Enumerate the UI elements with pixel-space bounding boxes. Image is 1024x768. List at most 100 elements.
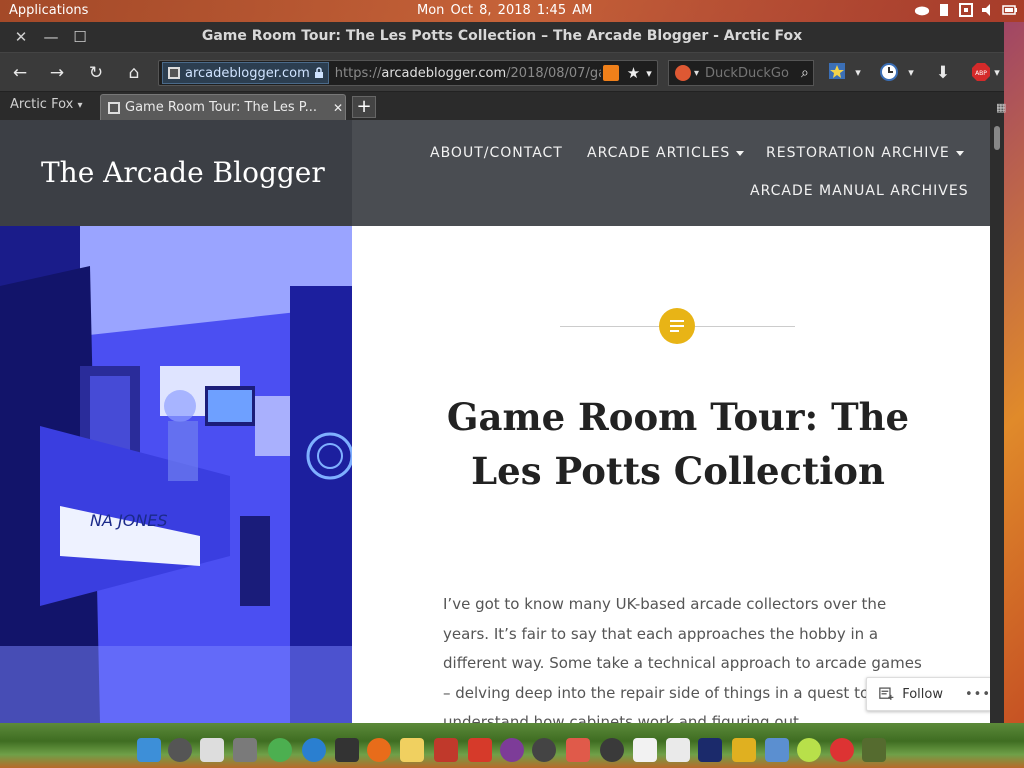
new-tab-button[interactable]: +	[352, 96, 376, 118]
follow-button[interactable]: Follow •••	[866, 677, 992, 711]
home-button[interactable]: ⌂	[123, 62, 145, 84]
nav-item-label: ARCADE MANUAL ARCHIVES	[750, 183, 969, 199]
tab-group-label: Arctic Fox	[10, 97, 74, 112]
post-format-icon	[659, 308, 695, 344]
url-scheme: https://	[334, 65, 382, 81]
caret-down-icon	[736, 150, 745, 156]
search-input[interactable]	[705, 65, 796, 81]
green-orb-icon[interactable]	[797, 738, 821, 762]
window-title: Game Room Tour: The Les Potts Collection…	[201, 28, 803, 44]
downloads-icon[interactable]: ⬇	[932, 62, 954, 84]
tab-group-menu[interactable]: Arctic Fox ▾	[10, 97, 83, 112]
url-input[interactable]: https://arcadeblogger.com/2018/08/07/ga	[335, 66, 601, 81]
video-player-icon[interactable]	[468, 738, 492, 762]
hero-image: NA JONES	[0, 226, 352, 723]
url-bar[interactable]: arcadeblogger.com https://arcadeblogger.…	[158, 60, 658, 86]
post-body: I’ve got to know many UK-based arcade co…	[443, 595, 922, 723]
tab-active[interactable]: Game Room Tour: The Les P... ✕	[100, 94, 346, 120]
duckduckgo-icon[interactable]	[675, 65, 691, 81]
scrollbar[interactable]	[990, 120, 1004, 723]
camera-icon[interactable]	[765, 738, 789, 762]
scrollbar-thumb[interactable]	[994, 126, 1000, 150]
firefox-icon[interactable]	[367, 738, 391, 762]
site-title[interactable]: The Arcade Blogger	[41, 156, 325, 189]
mame-icon[interactable]	[698, 738, 722, 762]
site-favicon-icon	[168, 67, 180, 79]
dock	[0, 723, 1024, 768]
banana-icon[interactable]	[732, 738, 756, 762]
amazon-icon[interactable]	[532, 738, 556, 762]
system-monitor-icon[interactable]	[335, 738, 359, 762]
nav-arcade-manual-archives[interactable]: ARCADE MANUAL ARCHIVES	[750, 183, 969, 199]
navigation-toolbar: ← → ↻ ⌂ arcadeblogger.com https://arcade…	[0, 52, 1004, 92]
caret-down-icon	[955, 150, 964, 156]
chevron-down-icon[interactable]: ▾	[646, 67, 652, 80]
chevron-down-icon[interactable]: ▾	[992, 62, 1002, 84]
music-player-icon[interactable]	[500, 738, 524, 762]
svg-text:NA JONES: NA JONES	[90, 511, 168, 530]
filezilla-icon[interactable]	[434, 738, 458, 762]
terminal-icon[interactable]	[200, 738, 224, 762]
battery-icon[interactable]	[1002, 2, 1018, 18]
site-identity-button[interactable]: arcadeblogger.com	[162, 62, 329, 84]
search-icon[interactable]: ⌕	[801, 65, 809, 81]
title-bar[interactable]: ✕ — ☐ Game Room Tour: The Les Potts Coll…	[0, 22, 1004, 52]
site-identity-label: arcadeblogger.com	[185, 65, 310, 81]
nav-about-contact[interactable]: ABOUT/CONTACT	[430, 145, 563, 161]
back-button[interactable]: ←	[9, 62, 31, 84]
chevron-down-icon[interactable]: ▾	[847, 62, 869, 84]
text-editor-icon[interactable]	[666, 738, 690, 762]
power-icon[interactable]	[830, 738, 854, 762]
file-manager-icon[interactable]	[137, 738, 161, 762]
system-tray	[914, 2, 1018, 18]
follow-icon	[879, 687, 894, 700]
archive-icon[interactable]	[233, 738, 257, 762]
nav-item-label: RESTORATION ARCHIVE	[766, 145, 950, 161]
tab-favicon-icon	[108, 101, 120, 114]
page-content: The Arcade Blogger ABOUT/CONTACT ARCADE …	[0, 120, 1004, 723]
document-icon[interactable]	[633, 738, 657, 762]
chevron-down-icon[interactable]: ▾	[900, 62, 922, 84]
nav-restoration-archive[interactable]: RESTORATION ARCHIVE	[766, 145, 964, 161]
tab-bar: Arctic Fox ▾ Game Room Tour: The Les P..…	[0, 92, 1006, 120]
chevron-down-icon: ▾	[77, 100, 83, 111]
trash-icon[interactable]	[862, 738, 886, 762]
network-icon[interactable]	[958, 2, 974, 18]
post-title: Game Room Tour: The Les Potts Collection	[446, 395, 910, 493]
bookmarks-icon[interactable]	[826, 62, 848, 84]
clock[interactable]: Mon Oct 8, 2018 1:45 AM	[417, 3, 592, 18]
more-options-icon[interactable]: •••	[965, 687, 991, 702]
adblock-icon[interactable]: ABP	[970, 62, 992, 84]
system-panel: Applications Mon Oct 8, 2018 1:45 AM	[0, 0, 1024, 22]
history-icon[interactable]	[878, 62, 900, 84]
chevron-down-icon[interactable]: ▾	[694, 68, 699, 79]
bookmark-star-icon[interactable]: ★	[627, 64, 640, 82]
follow-label: Follow	[902, 686, 943, 702]
lock-icon	[314, 67, 323, 78]
tab-close-icon[interactable]: ✕	[333, 101, 343, 115]
applications-menu[interactable]: Applications	[9, 3, 88, 18]
cloud-icon[interactable]	[914, 2, 930, 18]
site-branding: The Arcade Blogger	[0, 120, 352, 226]
mail-icon[interactable]	[400, 738, 424, 762]
eyes-icon[interactable]	[600, 738, 624, 762]
divider	[560, 326, 660, 327]
nav-arcade-articles[interactable]: ARCADE ARTICLES	[587, 145, 745, 161]
volume-icon[interactable]	[980, 2, 996, 18]
reload-button[interactable]: ↻	[85, 62, 107, 84]
screenshot-icon[interactable]	[566, 738, 590, 762]
settings-icon[interactable]	[168, 738, 192, 762]
search-bar[interactable]: ▾ ⌕	[668, 60, 814, 86]
editor-icon[interactable]	[268, 738, 292, 762]
url-path: /2018/08/07/ga	[506, 65, 601, 81]
nav-item-label: ABOUT/CONTACT	[430, 145, 563, 161]
url-host: arcadeblogger.com	[381, 65, 507, 81]
forward-button[interactable]: →	[46, 62, 68, 84]
site-navigation: ABOUT/CONTACT ARCADE ARTICLES RESTORATIO…	[352, 120, 1004, 226]
svg-text:ABP: ABP	[975, 70, 987, 77]
divider	[695, 326, 795, 327]
rss-icon[interactable]	[602, 65, 619, 81]
clipboard-icon[interactable]	[936, 2, 952, 18]
tab-overview-icon[interactable]: ▦	[996, 101, 1006, 114]
browser-icon[interactable]	[302, 738, 326, 762]
